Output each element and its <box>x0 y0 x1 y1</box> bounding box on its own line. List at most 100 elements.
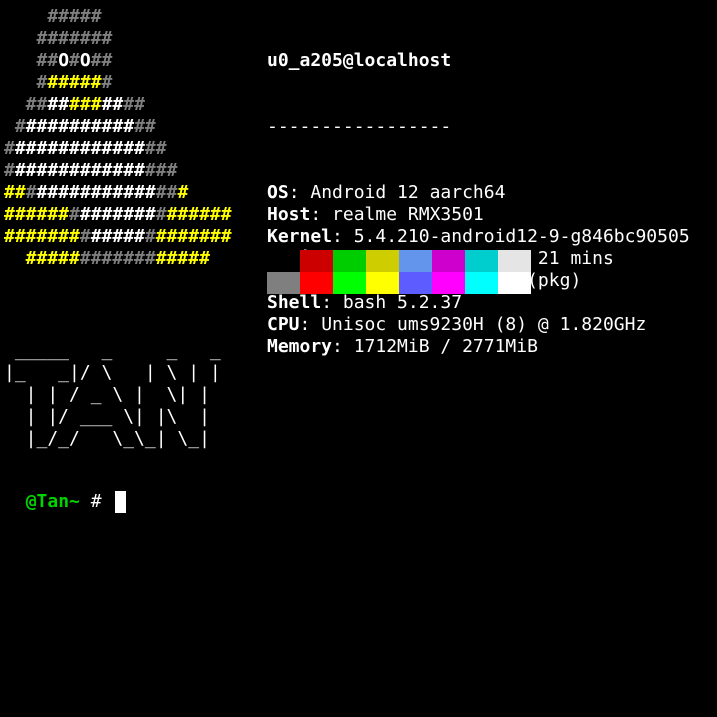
palette-swatch <box>267 272 300 294</box>
logo-segment: ####### <box>4 28 113 49</box>
logo-segment: ###### <box>166 204 232 225</box>
logo-segment: ## <box>123 94 145 115</box>
logo-segment: # <box>4 72 48 93</box>
logo-segment: ##### <box>90 226 145 247</box>
text-cursor[interactable] <box>115 491 127 513</box>
logo-segment: ##### <box>47 72 102 93</box>
logo-segment: ## <box>90 50 113 71</box>
logo-segment: ## <box>4 182 26 203</box>
prompt-user: @Tan~ <box>25 491 80 512</box>
info-value: : realme RMX3501 <box>310 204 484 225</box>
logo-segment: ####### <box>4 226 80 247</box>
logo-segment: ############ <box>14 138 145 159</box>
palette-swatch <box>333 250 366 272</box>
palette-swatch <box>432 272 465 294</box>
logo-segment: ### <box>69 94 102 115</box>
logo-segment: # <box>177 182 189 203</box>
info-key: Memory <box>267 336 333 357</box>
logo-segment: # <box>144 226 156 247</box>
logo-segment: ##### <box>4 6 102 27</box>
info-line-kernel: Kernel: 5.4.210-android12-9-g846bc90505 <box>267 226 690 248</box>
palette-swatch <box>465 272 498 294</box>
logo-segment: ## <box>47 94 70 115</box>
logo-row: ##################### <box>4 226 232 248</box>
logo-segment: ####### <box>79 248 156 269</box>
banner-line: | | / _ \ | \| | <box>4 384 210 405</box>
logo-row: ####### <box>4 28 232 50</box>
palette-swatch <box>498 272 531 294</box>
logo-segment: ## <box>4 94 48 115</box>
info-value: : Unisoc ums9230H (8) @ 1.820GHz <box>299 314 647 335</box>
logo-segment: ### <box>144 160 178 181</box>
logo-row: ################ <box>4 160 232 182</box>
palette-swatch <box>399 250 432 272</box>
palette-swatch <box>498 250 531 272</box>
logo-segment: ####### <box>155 226 232 247</box>
info-line-memory: Memory: 1712MiB / 2771MiB <box>267 336 690 358</box>
logo-segment: # <box>25 182 37 203</box>
logo-segment: ## <box>134 116 156 137</box>
palette-swatch <box>300 272 333 294</box>
info-value: : 5.4.210-android12-9-g846bc90505 <box>332 226 690 247</box>
logo-segment: # <box>69 204 80 225</box>
logo-row: ########### <box>4 94 232 116</box>
logo-segment: ##### <box>4 248 80 269</box>
banner-line: |_ _|/ \ | \ | | <box>4 362 221 383</box>
palette-swatch <box>465 250 498 272</box>
shell-prompt[interactable]: @Tan~ # <box>4 469 127 513</box>
logo-segment: # <box>69 50 80 71</box>
palette-swatch <box>333 272 366 294</box>
user-host-title: u0_a205@localhost <box>267 50 452 71</box>
palette-swatch <box>300 250 333 272</box>
logo-row: ##### <box>4 6 232 28</box>
palette-swatch <box>366 272 399 294</box>
logo-segment: ########## <box>25 116 135 137</box>
banner-line: _____ _ _ _ <box>4 340 221 361</box>
info-key: CPU <box>267 314 300 335</box>
logo-segment: ##### <box>155 248 210 269</box>
logo-segment: # <box>79 226 91 247</box>
info-value: : 1712MiB / 2771MiB <box>332 336 538 357</box>
logo-segment: ## <box>144 138 167 159</box>
logo-segment: O <box>58 50 70 71</box>
info-line-cpu: CPU: Unisoc ums9230H (8) @ 1.820GHz <box>267 314 690 336</box>
logo-row: ##O#O## <box>4 50 232 72</box>
info-value: : bash 5.2.37 <box>321 292 463 313</box>
info-line-os: OS: Android 12 aarch64 <box>267 182 690 204</box>
distro-ascii-logo: ##### ####### ##O#O## ####### ##########… <box>4 6 232 270</box>
logo-row: ####### <box>4 72 232 94</box>
prompt-symbol: # <box>79 491 113 512</box>
logo-segment: O <box>79 50 91 71</box>
logo-segment: # <box>4 160 15 181</box>
logo-segment: # <box>155 204 167 225</box>
palette-swatch <box>366 250 399 272</box>
info-key: Kernel <box>267 226 333 247</box>
logo-row: ############# <box>4 116 232 138</box>
palette-swatch <box>399 272 432 294</box>
logo-row: ############### <box>4 138 232 160</box>
logo-segment: ############ <box>14 160 145 181</box>
palette-swatch <box>267 250 300 272</box>
logo-segment: ## <box>155 182 178 203</box>
logo-row: ################# <box>4 182 232 204</box>
palette-swatch <box>432 250 465 272</box>
info-line-shell: Shell: bash 5.2.37 <box>267 292 690 314</box>
logo-segment: # <box>4 116 26 137</box>
logo-segment: ####### <box>79 204 156 225</box>
logo-segment: ########### <box>36 182 156 203</box>
logo-row: ################# <box>4 248 232 270</box>
logo-segment: ## <box>4 50 59 71</box>
info-line-host: Host: realme RMX3501 <box>267 204 690 226</box>
logo-segment: # <box>101 72 113 93</box>
banner-line: | |/ ___ \| |\ | <box>4 406 210 427</box>
info-key: Shell <box>267 292 322 313</box>
info-key: Host <box>267 204 311 225</box>
logo-segment: ## <box>101 94 124 115</box>
ascii-banner-tan: _____ _ _ _ |_ _|/ \ | \ | | | | / _ \ | … <box>4 340 221 450</box>
logo-segment: # <box>4 138 15 159</box>
banner-line: |_/_/ \_\_| \_| <box>4 428 210 449</box>
system-info-panel: u0_a205@localhost ----------------- OS: … <box>267 6 690 380</box>
logo-row: ##################### <box>4 204 232 226</box>
info-value: : Android 12 aarch64 <box>288 182 506 203</box>
header-separator: ----------------- <box>267 116 452 137</box>
